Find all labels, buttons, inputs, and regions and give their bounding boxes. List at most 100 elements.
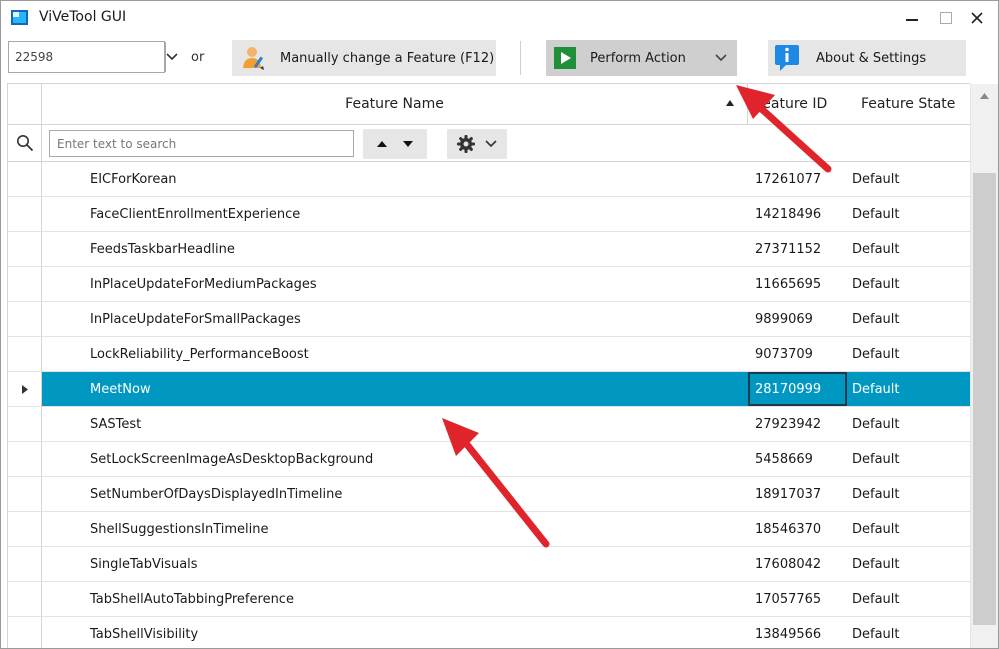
perform-action-dropdown[interactable] [705,40,737,76]
cell-feature-state[interactable]: Default [852,172,900,187]
cell-feature-state[interactable]: Default [852,207,900,222]
row-header[interactable] [8,442,42,476]
cell-feature-state[interactable]: Default [852,382,900,397]
row-header[interactable] [8,267,42,301]
about-settings-button[interactable]: About & Settings [768,40,966,76]
cell-feature-name[interactable]: TabShellAutoTabbingPreference [90,592,294,607]
row-header[interactable] [8,372,42,406]
close-button[interactable] [963,5,991,31]
cell-feature-id[interactable]: 5458669 [748,442,847,476]
vertical-scrollbar[interactable] [970,84,998,648]
table-row[interactable]: TabShellVisibility 13849566 Default [8,617,971,648]
cell-feature-state[interactable]: Default [852,277,900,292]
table-row[interactable]: ShellSuggestionsInTimeline 18546370 Defaul… [8,512,971,547]
cell-feature-name[interactable]: ShellSuggestionsInTimeline [90,522,269,537]
cell-feature-name[interactable]: InPlaceUpdateForSmallPackages [90,312,301,327]
cell-feature-name[interactable]: TabShellVisibility [90,627,198,642]
row-header[interactable] [8,302,42,336]
build-dropdown-button[interactable] [165,42,178,72]
cell-feature-name[interactable]: SetLockScreenImageAsDesktopBackground [90,452,373,467]
window-title: ViVeTool GUI [39,9,127,25]
row-header[interactable] [8,337,42,371]
gear-icon [457,135,475,153]
table-row[interactable]: SASTest 27923942 Default [8,407,971,442]
cell-feature-name[interactable]: FeedsTaskbarHeadline [90,242,235,257]
grid-rows: EICForKorean 17261077 Default FaceClientEnr… [8,162,971,648]
cell-feature-name[interactable]: SetNumberOfDaysDisplayedInTimeline [90,487,342,502]
search-options-button[interactable] [447,129,507,159]
row-header[interactable] [8,162,42,196]
cell-feature-state[interactable]: Default [852,312,900,327]
cell-feature-id[interactable]: 13849566 [748,617,847,648]
search-row-header [8,125,42,161]
previous-match-button[interactable] [376,140,388,148]
table-row-selected[interactable]: MeetNow 28170999 Default [8,372,971,407]
cell-feature-state[interactable]: Default [852,557,900,572]
table-row[interactable]: FeedsTaskbarHeadline 27371152 Default [8,232,971,267]
cell-feature-id[interactable]: 18546370 [748,512,847,546]
cell-feature-id[interactable]: 9899069 [748,302,847,336]
perform-action-label: Perform Action [590,50,686,66]
table-row[interactable]: EICForKorean 17261077 Default [8,162,971,197]
search-box[interactable] [49,130,354,157]
cell-feature-id[interactable]: 17608042 [748,547,847,581]
table-row[interactable]: SetLockScreenImageAsDesktopBackground 545… [8,442,971,477]
scroll-up-button[interactable] [971,84,998,108]
cell-feature-id[interactable]: 27923942 [748,407,847,441]
cell-feature-name[interactable]: MeetNow [90,382,151,397]
row-header[interactable] [8,197,42,231]
or-label: or [191,50,205,65]
table-row[interactable]: InPlaceUpdateForSmallPackages 9899069 Defa… [8,302,971,337]
cell-feature-state[interactable]: Default [852,522,900,537]
cell-feature-state[interactable]: Default [852,417,900,432]
arrow-up-icon [980,93,989,99]
cell-feature-name[interactable]: SingleTabVisuals [90,557,198,572]
table-row[interactable]: LockReliability_PerformanceBoost 9073709 D… [8,337,971,372]
cell-feature-id[interactable]: 27371152 [748,232,847,266]
table-row[interactable]: InPlaceUpdateForMediumPackages 11665695 De… [8,267,971,302]
manually-change-feature-button[interactable]: Manually change a Feature (F12) [232,40,496,76]
cell-feature-id[interactable]: 9073709 [748,337,847,371]
row-header[interactable] [8,512,42,546]
column-header-feature-name[interactable]: Feature Name [42,84,748,124]
perform-action-button[interactable]: Perform Action [546,40,737,76]
cell-feature-id[interactable]: 14218496 [748,197,847,231]
cell-feature-name[interactable]: EICForKorean [90,172,177,187]
search-row [8,125,971,162]
cell-feature-state[interactable]: Default [852,487,900,502]
build-input[interactable] [9,42,165,72]
cell-feature-name[interactable]: InPlaceUpdateForMediumPackages [90,277,317,292]
table-row[interactable]: TabShellAutoTabbingPreference 17057765 Def… [8,582,971,617]
column-header-feature-id[interactable]: Feature ID [748,84,847,124]
cell-feature-state[interactable]: Default [852,452,900,467]
table-row[interactable]: SetNumberOfDaysDisplayedInTimeline 189170… [8,477,971,512]
table-row[interactable]: FaceClientEnrollmentExperience 14218496 De… [8,197,971,232]
column-header-feature-state[interactable]: Feature State [847,84,971,124]
search-input[interactable] [50,131,353,156]
cell-feature-state[interactable]: Default [852,242,900,257]
cell-feature-state[interactable]: Default [852,347,900,362]
minimize-button[interactable] [898,5,926,31]
row-header[interactable] [8,407,42,441]
vivetool-app-icon [11,10,28,25]
cell-feature-name[interactable]: LockReliability_PerformanceBoost [90,347,309,362]
cell-feature-id[interactable]: 18917037 [748,477,847,511]
row-header[interactable] [8,582,42,616]
next-match-button[interactable] [402,140,414,148]
row-header[interactable] [8,477,42,511]
cell-feature-id[interactable]: 11665695 [748,267,847,301]
scrollbar-thumb[interactable] [973,173,996,625]
build-combobox[interactable] [8,41,178,73]
cell-feature-id[interactable]: 17261077 [748,162,847,196]
row-header[interactable] [8,547,42,581]
cell-feature-state[interactable]: Default [852,627,900,642]
cell-feature-name[interactable]: FaceClientEnrollmentExperience [90,207,300,222]
row-header[interactable] [8,617,42,648]
maximize-button[interactable] [932,5,960,31]
cell-feature-state[interactable]: Default [852,592,900,607]
cell-feature-id[interactable]: 17057765 [748,582,847,616]
cell-feature-name[interactable]: SASTest [90,417,141,432]
table-row[interactable]: SingleTabVisuals 17608042 Default [8,547,971,582]
cell-feature-id[interactable]: 28170999 [748,372,847,406]
row-header[interactable] [8,232,42,266]
